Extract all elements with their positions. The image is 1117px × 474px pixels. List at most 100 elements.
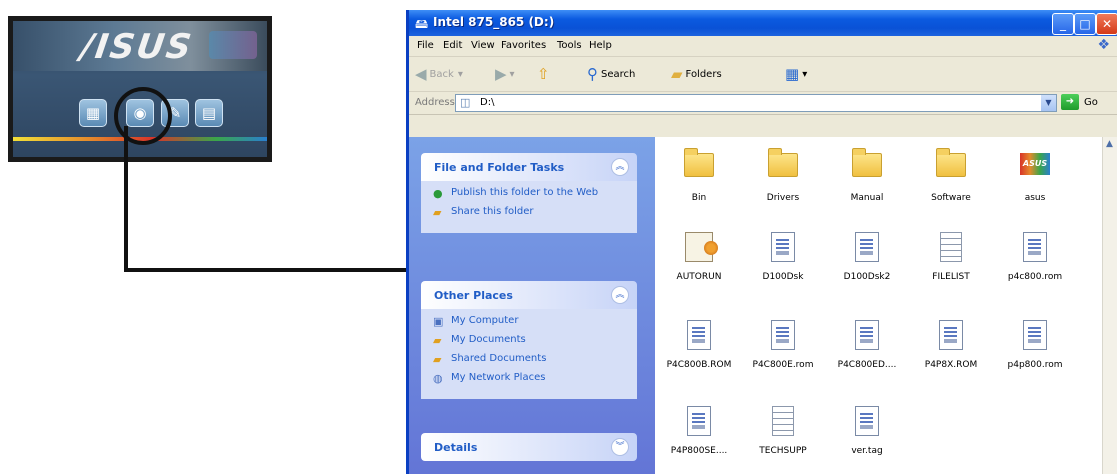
search-button[interactable]: ⚲ Search <box>587 64 635 84</box>
text-file-icon <box>940 232 962 262</box>
menu-view[interactable]: View <box>471 40 495 51</box>
network-icon: ◍ <box>433 372 443 385</box>
views-dropdown-icon[interactable]: ▾ <box>802 69 807 80</box>
panel-body: ▣ My Computer ▰ My Documents ▰ Shared Do… <box>421 309 637 399</box>
folder-icon <box>936 148 966 177</box>
drive-icon: 🖴 <box>415 17 429 32</box>
forward-button[interactable]: ▶ ▾ <box>495 64 515 84</box>
file-item-ver-tag[interactable]: ver.tag <box>827 403 907 456</box>
vertical-scrollbar[interactable]: ▲ <box>1102 137 1117 474</box>
document-file-icon <box>855 320 879 350</box>
forward-arrow-icon: ▶ <box>495 65 507 83</box>
computer-icon: ▣ <box>433 315 444 328</box>
file-item-software[interactable]: Software <box>911 147 991 203</box>
folders-button[interactable]: ▰ Folders <box>671 64 722 84</box>
go-button[interactable]: ➜ <box>1061 94 1079 110</box>
menu-file[interactable]: File <box>417 40 434 51</box>
task-share-folder[interactable]: ▰ Share this folder <box>433 206 627 219</box>
document-file-icon <box>687 320 711 350</box>
panel-other-places: Other Places ︽ ▣ My Computer ▰ My Docume… <box>421 281 637 399</box>
place-my-documents[interactable]: ▰ My Documents <box>433 334 627 347</box>
document-file-icon <box>1023 320 1047 350</box>
collapse-chevron-icon[interactable]: ︽ <box>611 158 629 176</box>
place-my-computer[interactable]: ▣ My Computer <box>433 315 627 328</box>
document-file-icon <box>855 232 879 262</box>
place-label: My Documents <box>451 334 526 345</box>
file-name: P4P800SE.... <box>670 446 728 456</box>
file-item-p4c800-rom[interactable]: p4c800.rom <box>995 229 1075 282</box>
globe-icon: ● <box>433 187 443 200</box>
panel-body: ● Publish this folder to the Web ▰ Share… <box>421 181 637 233</box>
file-list: Bin Drivers Manual Software ASUS asus AU… <box>655 137 1103 474</box>
file-name: FILELIST <box>932 272 970 282</box>
folders-label: Folders <box>685 68 722 80</box>
file-name: Software <box>931 193 971 203</box>
file-name: Manual <box>850 193 884 203</box>
file-item-asus[interactable]: ASUS asus <box>995 147 1075 203</box>
drivers-icon[interactable]: ▦ <box>79 99 107 127</box>
explorer-window: 🖴 Intel 875_865 (D:) _ □ ✕ File Edit Vie… <box>406 10 1117 474</box>
task-publish-web[interactable]: ● Publish this folder to the Web <box>433 187 627 200</box>
file-item-p4p800se[interactable]: P4P800SE.... <box>659 403 739 456</box>
file-item-filelist[interactable]: FILELIST <box>911 229 991 282</box>
panel-header[interactable]: Details ︾ <box>421 433 637 461</box>
back-button[interactable]: ◀ Back ▾ <box>415 64 463 84</box>
file-name: Drivers <box>766 193 800 203</box>
place-shared-documents[interactable]: ▰ Shared Documents <box>433 353 627 366</box>
document-file-icon <box>939 320 963 350</box>
share-folder-icon: ▰ <box>433 206 442 219</box>
callout-line-vertical <box>124 126 128 272</box>
place-my-network-places[interactable]: ◍ My Network Places <box>433 372 627 385</box>
forward-dropdown-icon[interactable]: ▾ <box>510 69 515 80</box>
file-name: D100Dsk2 <box>843 272 891 282</box>
file-item-manual[interactable]: Manual <box>827 147 907 203</box>
address-dropdown-icon[interactable]: ▼ <box>1041 95 1056 111</box>
panel-details: Details ︾ <box>421 433 637 461</box>
menu-edit[interactable]: Edit <box>443 40 462 51</box>
menu-bar: File Edit View Favorites Tools Help ❖ <box>409 36 1117 57</box>
panel-title: Other Places <box>434 289 513 302</box>
file-item-drivers[interactable]: Drivers <box>743 147 823 203</box>
menu-favorites[interactable]: Favorites <box>501 40 546 51</box>
place-label: Shared Documents <box>451 353 547 364</box>
address-label: Address <box>415 97 455 108</box>
address-value: D:\ <box>480 97 495 108</box>
file-name: P4P8X.ROM <box>924 360 978 370</box>
toolbar: ◀ Back ▾ ▶ ▾ ⇧ ⚲ Search ▰ Folders ▦ ▾ <box>409 57 1117 92</box>
file-item-p4c800ed[interactable]: P4C800ED.... <box>827 317 907 370</box>
file-item-autorun[interactable]: AUTORUN <box>659 229 739 282</box>
file-item-p4c800e-rom[interactable]: P4C800E.rom <box>743 317 823 370</box>
file-item-p4c800b-rom[interactable]: P4C800B.ROM <box>659 317 739 370</box>
file-item-p4p800-rom[interactable]: p4p800.rom <box>995 317 1075 370</box>
scroll-up-icon[interactable]: ▲ <box>1106 139 1113 149</box>
menu-tools[interactable]: Tools <box>557 40 582 51</box>
file-item-p4p8x-rom[interactable]: P4P8X.ROM <box>911 317 991 370</box>
panel-file-folder-tasks: File and Folder Tasks ︽ ● Publish this f… <box>421 153 637 233</box>
collapse-chevron-icon[interactable]: ︽ <box>611 286 629 304</box>
callout-line-horizontal <box>124 268 408 272</box>
panel-title: Details <box>434 441 478 454</box>
panel-header[interactable]: File and Folder Tasks ︽ <box>421 153 637 181</box>
file-item-bin[interactable]: Bin <box>659 147 739 203</box>
title-bar[interactable]: 🖴 Intel 875_865 (D:) _ □ ✕ <box>409 10 1117 36</box>
file-name: D100Dsk <box>762 272 804 282</box>
place-label: My Network Places <box>451 372 546 383</box>
back-dropdown-icon[interactable]: ▾ <box>458 69 463 80</box>
file-item-d100dsk[interactable]: D100Dsk <box>743 229 823 282</box>
expand-chevron-icon[interactable]: ︾ <box>611 438 629 456</box>
views-icon: ▦ <box>785 65 800 83</box>
file-item-d100dsk2[interactable]: D100Dsk2 <box>827 229 907 282</box>
search-label: Search <box>601 68 636 80</box>
back-arrow-icon: ◀ <box>415 65 427 83</box>
views-button[interactable]: ▦ ▾ <box>785 64 807 84</box>
panel-header[interactable]: Other Places ︽ <box>421 281 637 309</box>
minimize-button[interactable]: _ <box>1052 13 1074 35</box>
menu-help[interactable]: Help <box>589 40 612 51</box>
maximize-button[interactable]: □ <box>1074 13 1096 35</box>
up-button[interactable]: ⇧ <box>537 64 553 84</box>
close-button[interactable]: ✕ <box>1096 13 1117 35</box>
document-icon[interactable]: ▤ <box>195 99 223 127</box>
go-label[interactable]: Go <box>1084 97 1098 108</box>
file-item-techsupp[interactable]: TECHSUPP <box>743 403 823 456</box>
address-field[interactable]: ◫ D:\ ▼ <box>455 94 1057 112</box>
